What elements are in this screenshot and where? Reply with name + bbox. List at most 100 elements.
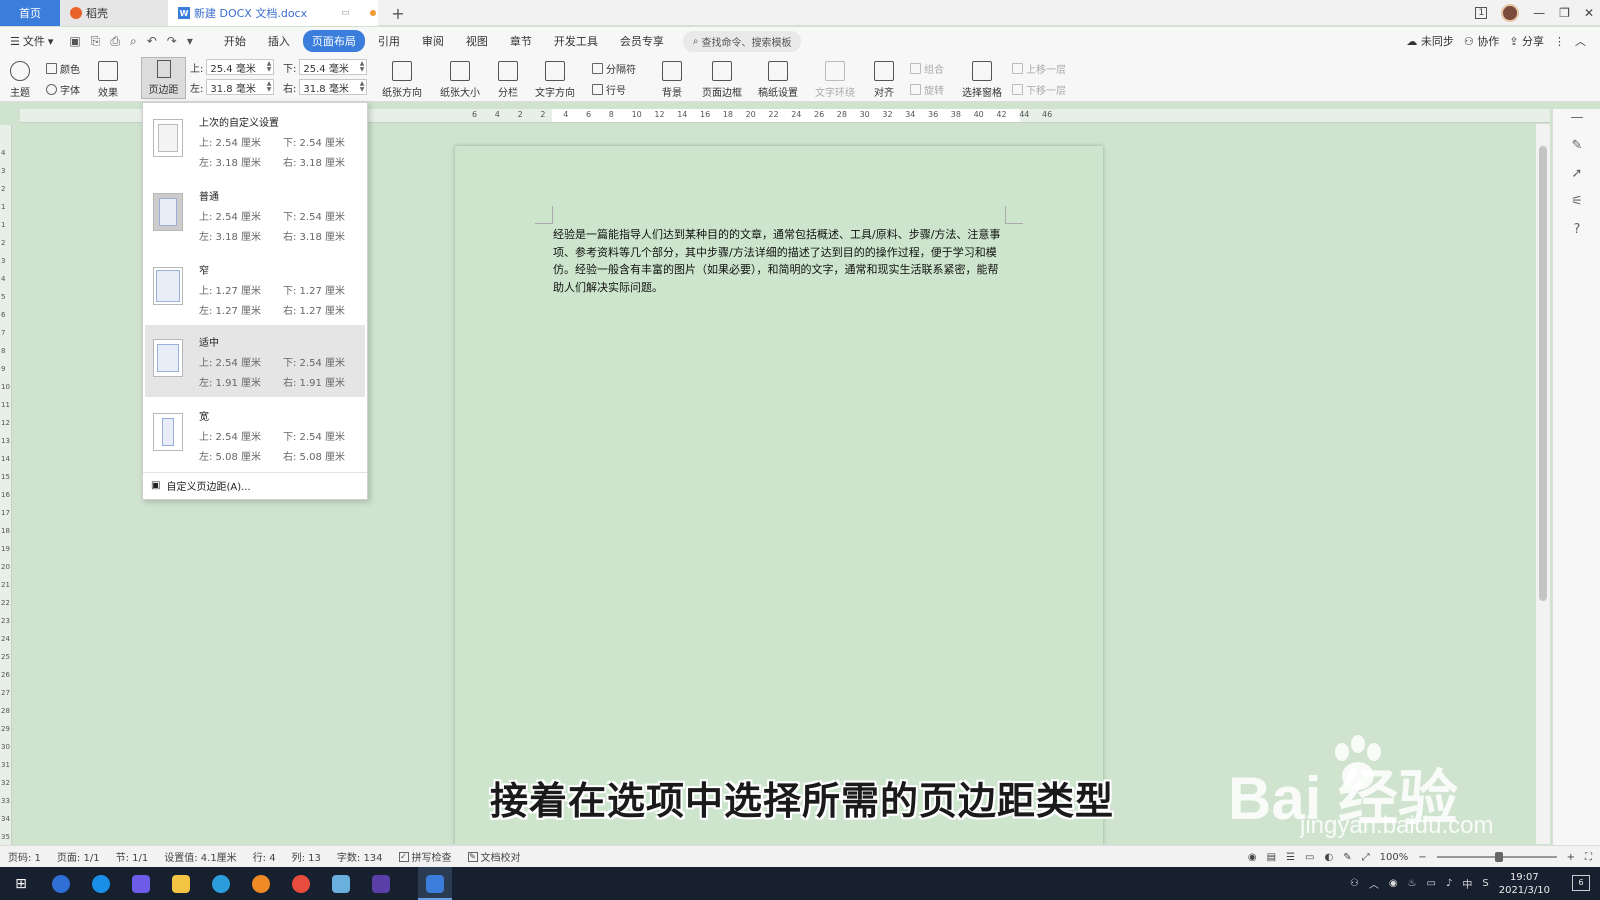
share-button[interactable]: ⇪ 分享 (1509, 33, 1544, 49)
margins-button[interactable]: 页边距 (141, 57, 186, 99)
collab-button[interactable]: ⚇ 协作 (1464, 33, 1499, 49)
wps-taskbar-button[interactable] (418, 867, 452, 900)
tab-document[interactable]: W 新建 DOCX 文档.docx ▭ (168, 0, 378, 26)
margin-preset-normal[interactable]: 普通 上: 2.54 厘米 下: 2.54 厘米 左: 3.18 厘米 右: 3… (145, 179, 365, 251)
status-pages[interactable]: 页面: 1/1 (57, 849, 100, 864)
minimize-icon[interactable]: — (1533, 6, 1545, 20)
file-menu[interactable]: ☰ 文件 ▾ (10, 33, 53, 49)
close-icon[interactable]: ✕ (1584, 6, 1594, 20)
print-icon[interactable]: ⎙ (110, 34, 120, 49)
file-explorer-icon[interactable] (172, 875, 190, 893)
monitor-icon[interactable]: ▭ (341, 8, 350, 18)
edit-view-icon[interactable]: ✎ (1343, 852, 1351, 863)
vertical-ruler[interactable]: 4 3 2 1 1 2 3 4 5 6 7 8 9 10 11 12 13 14 15 16 17 18 19 20 21 22 2… (0, 125, 12, 845)
bottom-margin-field[interactable]: 下: 25.4 毫米 ▲ ▼ (283, 59, 368, 75)
spinner-icon[interactable]: ▲ ▼ (360, 61, 367, 73)
restore-icon[interactable]: ❐ (1559, 6, 1570, 20)
zoom-in-icon[interactable]: + (1567, 852, 1575, 863)
spinner-icon[interactable]: ▲ ▼ (360, 81, 367, 93)
sogou-icon[interactable] (92, 875, 110, 893)
spinner-icon[interactable]: ▲ ▼ (267, 61, 274, 73)
tab-member[interactable]: 会员专享 (611, 30, 673, 52)
collapse-ribbon-icon[interactable]: ︿ (1575, 33, 1586, 49)
tab-chapter[interactable]: 章节 (501, 30, 541, 52)
media-player-icon[interactable] (252, 875, 270, 893)
windows-start-icon[interactable]: ⊞ (12, 875, 30, 893)
effect-button[interactable]: 效果 (98, 61, 118, 99)
margin-preset-moderate[interactable]: 适中 上: 2.54 厘米 下: 2.54 厘米 左: 1.91 厘米 右: 1… (145, 325, 365, 397)
tab-insert[interactable]: 插入 (259, 30, 299, 52)
status-page-number[interactable]: 页码: 1 (8, 849, 41, 864)
document-body-text[interactable]: 经验是一篇能指导人们达到某种目的的文章，通常包括概述、工具/原料、步骤/方法、注… (553, 226, 1009, 296)
notification-center[interactable]: 6 (1572, 875, 1590, 891)
undo-icon[interactable]: ↶ (147, 34, 157, 49)
volume-icon[interactable]: ♪ (1446, 878, 1452, 889)
scrollbar-thumb[interactable] (1539, 146, 1547, 601)
spinner-icon[interactable]: ▲ ▼ (267, 81, 274, 93)
group-button[interactable]: 组合 (910, 61, 944, 76)
tab-page-layout[interactable]: 页面布局 (302, 30, 365, 52)
status-word-count[interactable]: 字数: 134 (337, 849, 383, 864)
text-direction-button[interactable]: 文字方向 (535, 61, 575, 99)
doc-proof-button[interactable]: ✎ 文档校对 (467, 849, 521, 864)
fire-icon[interactable]: ♨ (1408, 878, 1417, 889)
theme-button[interactable]: 主题 (10, 61, 30, 99)
tray-expand-icon[interactable]: ︿ (1369, 876, 1379, 891)
app-hex-icon[interactable] (132, 875, 150, 893)
pen-icon[interactable]: ✎ (1570, 139, 1584, 153)
more-icon[interactable]: ⋮ (1554, 35, 1565, 48)
eye-protection-icon[interactable]: ◉ (1248, 852, 1257, 863)
bottom-margin-value[interactable]: 25.4 毫米 (303, 60, 348, 75)
sogou-ime-icon[interactable]: S (1482, 878, 1488, 889)
outline-view-icon[interactable]: ☰ (1286, 852, 1295, 863)
custom-margins-button[interactable]: ▣ 自定义页边距(A)... (151, 478, 251, 493)
text-wrap-button[interactable]: 文字环绕 (815, 61, 855, 99)
settings-sliders-icon[interactable]: ⚟ (1570, 195, 1584, 209)
grid-setup-button[interactable]: 稿纸设置 (758, 61, 798, 99)
fit-icon[interactable]: ⤢ (1362, 852, 1370, 863)
send-backward-button[interactable]: 下移一层 (1012, 82, 1066, 97)
tab-review[interactable]: 审阅 (413, 30, 453, 52)
tab-developer[interactable]: 开发工具 (545, 30, 607, 52)
font-button[interactable]: 字体 (46, 82, 80, 97)
bring-forward-button[interactable]: 上移一层 (1012, 61, 1066, 76)
page-border-button[interactable]: 页面边框 (702, 61, 742, 99)
top-margin-value[interactable]: 25.4 毫米 (210, 60, 255, 75)
zoom-level[interactable]: 100% (1380, 852, 1409, 863)
globe-icon[interactable]: ◐ (1325, 852, 1334, 863)
columns-button[interactable]: 分栏 (498, 61, 518, 99)
save-icon[interactable]: ▣ (69, 34, 80, 49)
document-page[interactable]: 经验是一篇能指导人们达到某种目的的文章，通常包括概述、工具/原料、步骤/方法、注… (455, 146, 1103, 844)
command-search[interactable]: ⌕ 查找命令、搜索模板 (682, 30, 802, 52)
paper-size-button[interactable]: 纸张大小 (440, 61, 480, 99)
top-margin-field[interactable]: 上: 25.4 毫米 ▲ ▼ (190, 59, 275, 75)
web-view-icon[interactable]: ▭ (1305, 852, 1314, 863)
notepad-icon[interactable] (332, 875, 350, 893)
background-button[interactable]: 背景 (662, 61, 682, 99)
vertical-scrollbar[interactable] (1536, 124, 1550, 844)
qq-browser-icon[interactable] (212, 875, 230, 893)
page-indicator[interactable]: 1 (1475, 7, 1488, 19)
tab-references[interactable]: 引用 (369, 30, 409, 52)
sync-button[interactable]: ☁ 未同步 (1406, 33, 1454, 49)
page-view-icon[interactable]: ▤ (1267, 852, 1276, 863)
color-button[interactable]: 颜色 (46, 61, 80, 76)
zoom-out-icon[interactable]: − (1418, 852, 1426, 863)
ime-indicator[interactable]: 中 (1462, 876, 1472, 891)
people-icon[interactable]: ⚇ (1350, 878, 1359, 889)
status-setting[interactable]: 设置值: 4.1厘米 (164, 849, 236, 864)
customize-icon[interactable]: ▾ (187, 34, 193, 49)
right-margin-value[interactable]: 31.8 毫米 (303, 80, 348, 95)
tab-docer[interactable]: 稻壳 (60, 0, 168, 26)
fullscreen-icon[interactable]: ⛶ (1585, 852, 1592, 863)
zoom-slider-knob[interactable] (1494, 852, 1503, 862)
status-column[interactable]: 列: 13 (292, 849, 321, 864)
tab-home[interactable]: 首页 (0, 0, 60, 26)
redo-icon[interactable]: ↷ (167, 34, 177, 49)
left-margin-value[interactable]: 31.8 毫米 (210, 80, 255, 95)
chrome-icon[interactable] (292, 875, 310, 893)
tab-view[interactable]: 视图 (457, 30, 497, 52)
network-icon[interactable]: ▭ (1427, 878, 1436, 889)
video-player-icon[interactable] (372, 875, 390, 893)
right-margin-field[interactable]: 右: 31.8 毫米 ▲ ▼ (283, 79, 368, 95)
